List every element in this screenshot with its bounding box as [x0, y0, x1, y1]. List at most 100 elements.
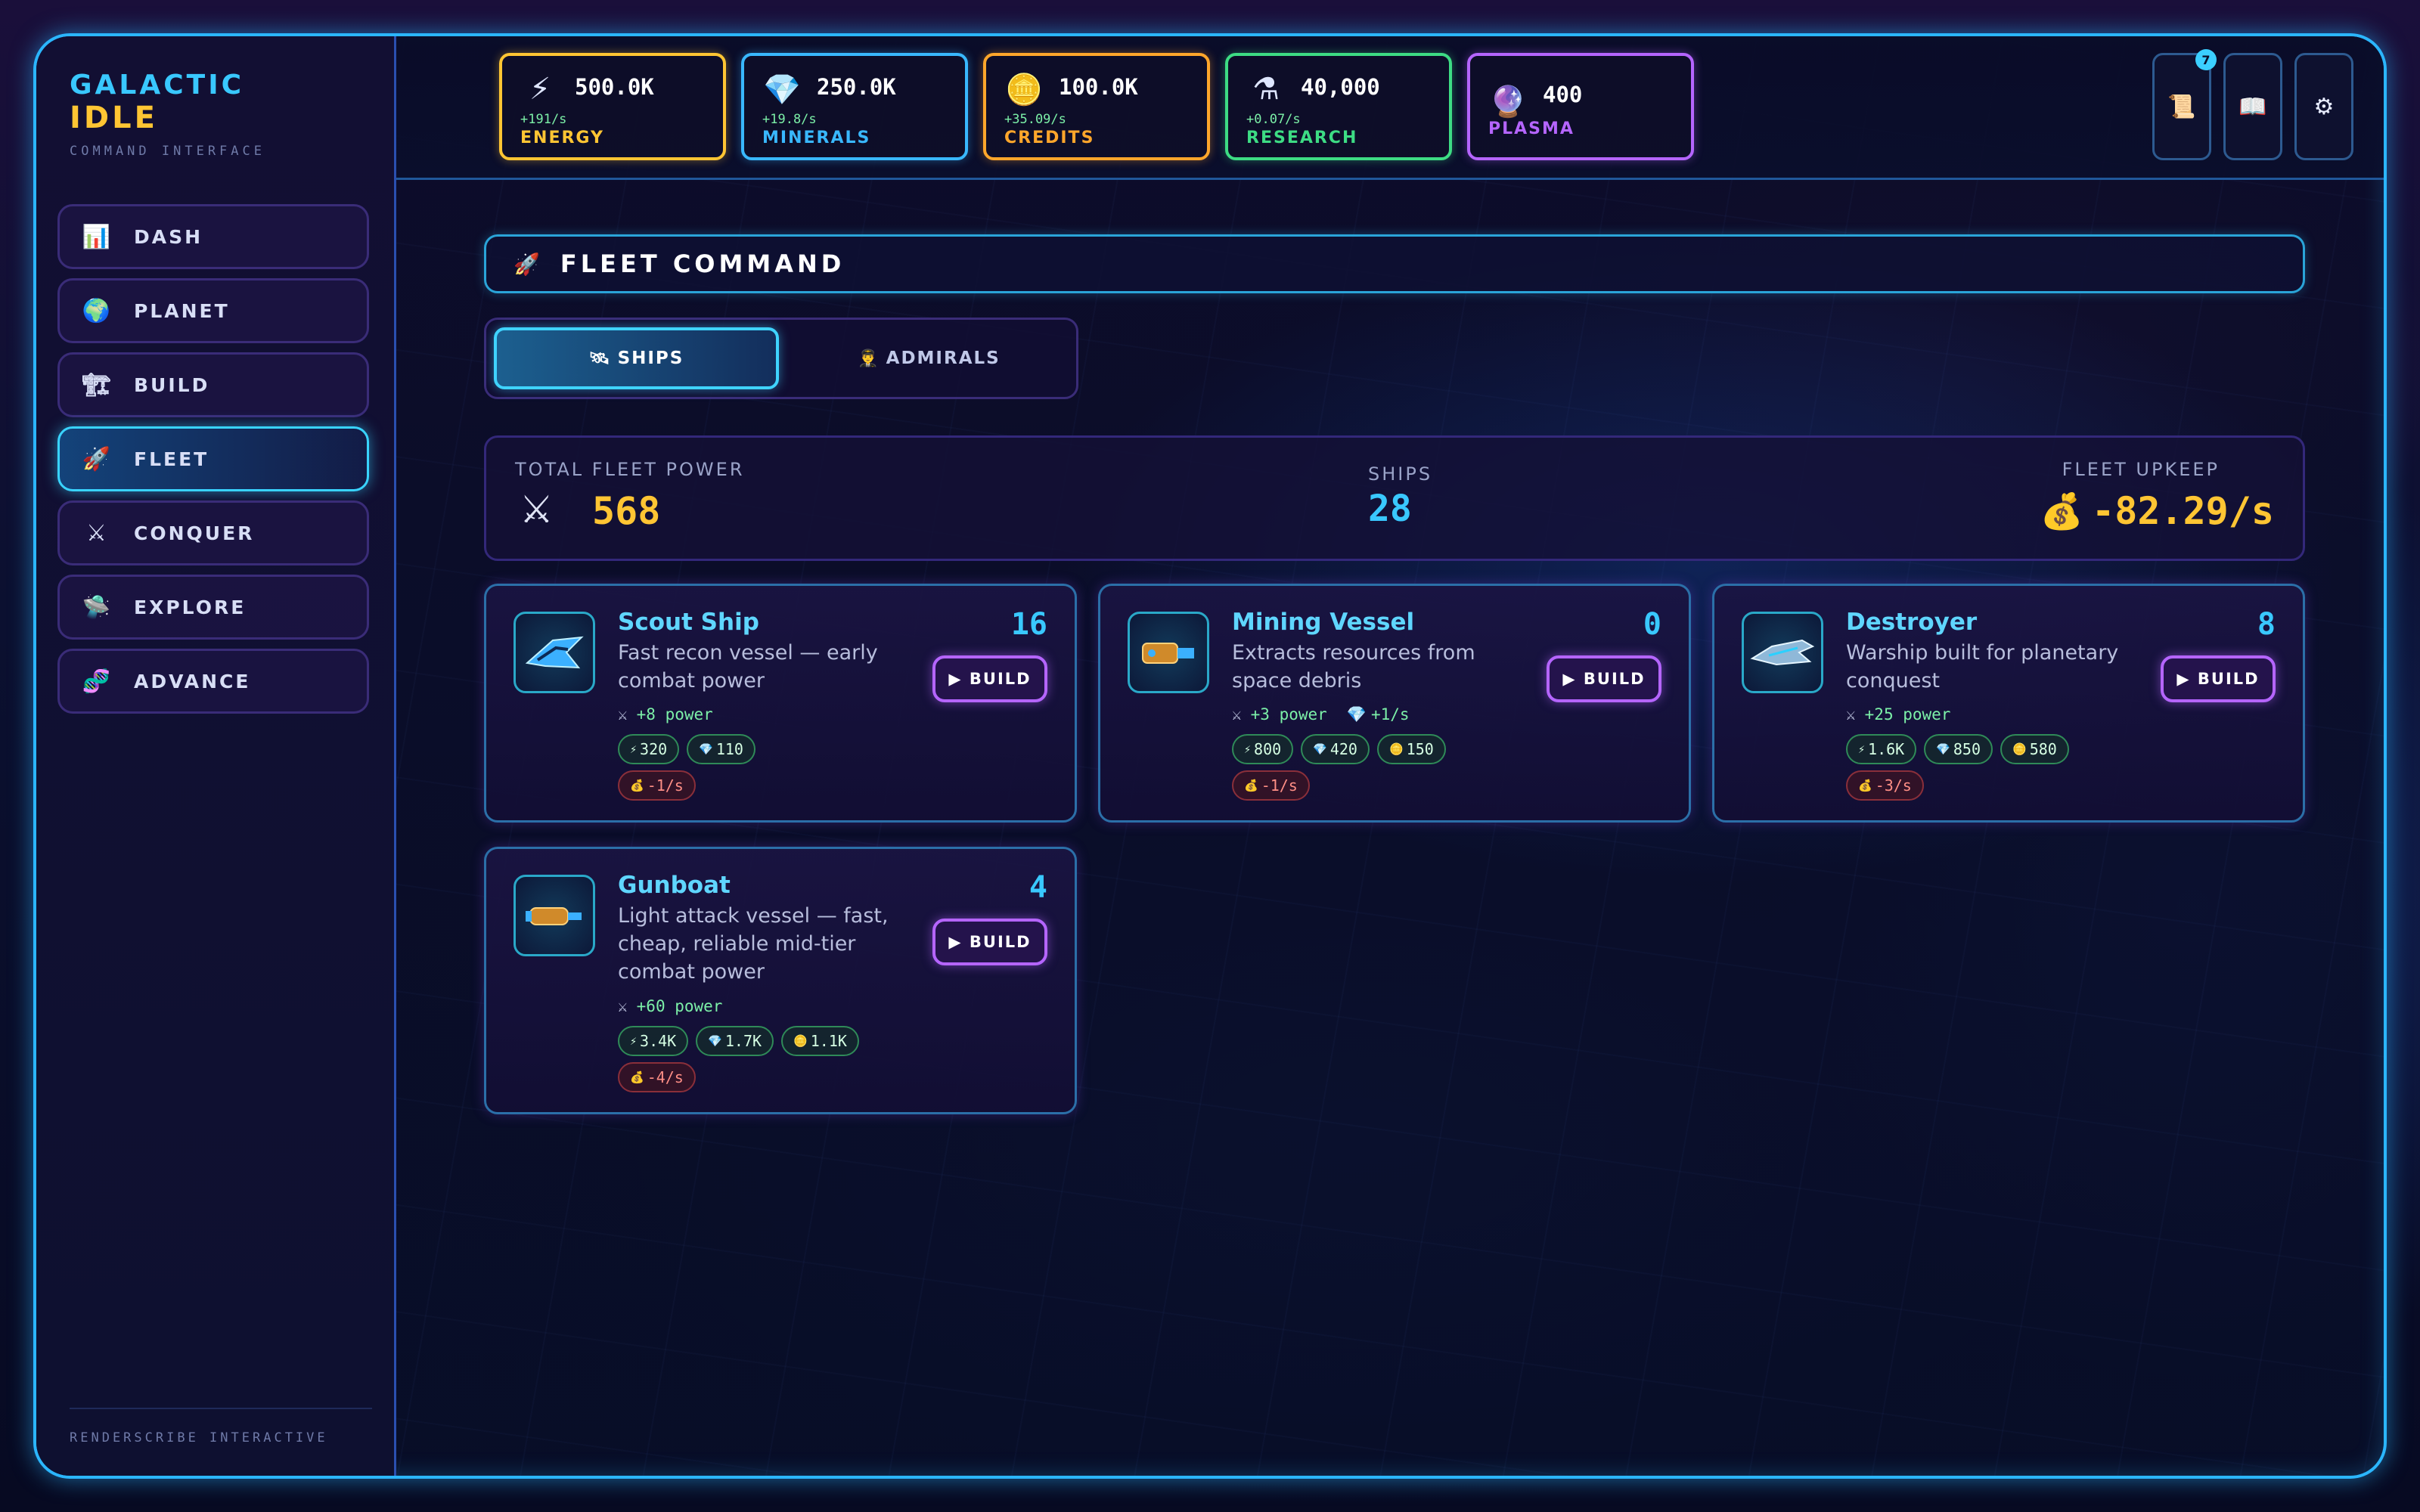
fleet-summary: TOTAL FLEET POWER ⚔ 568 SHIPS 28 FLEET U…	[484, 435, 2305, 561]
codex-button[interactable]: 📖	[2223, 53, 2282, 160]
fleet-upkeep-label: FLEET UPKEEP	[2062, 459, 2220, 480]
resource-rate: +19.8/s	[762, 112, 817, 127]
build-gunboat-button[interactable]: ▶ BUILD	[932, 919, 1047, 965]
money-bag-icon: 💰	[1244, 779, 1258, 792]
resource-name: ENERGY	[520, 129, 604, 147]
resource-name: MINERALS	[762, 129, 871, 147]
resource-value: 40,000	[1301, 74, 1380, 100]
build-mining-vessel-button[interactable]: ▶ BUILD	[1547, 655, 1661, 702]
cost-credits: 🪙 1.1K	[781, 1026, 859, 1056]
ships-label: SHIPS	[1368, 463, 1433, 485]
sidebar-item-planet[interactable]: 🌍 PLANET	[57, 278, 369, 343]
resource-rate: +0.07/s	[1246, 112, 1301, 127]
ship-stats: ⚔ +3 power 💎 +1/s	[1232, 705, 1410, 724]
mining-vessel-thumbnail	[1128, 612, 1209, 693]
resource-energy[interactable]: ⚡ 500.0K +191/s ENERGY	[499, 53, 726, 160]
upkeep-credits: 💰 -3/s	[1846, 770, 1924, 801]
tab-label: SHIPS	[617, 349, 684, 368]
sidebar-item-advance[interactable]: 🧬 ADVANCE	[57, 649, 369, 714]
ship-name: Mining Vessel	[1232, 609, 1415, 636]
cost-minerals: 💎 110	[687, 734, 755, 764]
resource-minerals[interactable]: 💎 250.0K +19.8/s MINERALS	[741, 53, 968, 160]
resource-credits[interactable]: 🪙 100.0K +35.09/s CREDITS	[983, 53, 1210, 160]
ship-count: 8	[2257, 607, 2276, 642]
logo-title-line2: IDLE	[70, 101, 158, 135]
ship-power: +25 power	[1864, 705, 1951, 723]
rocket-icon: 🚀	[513, 251, 544, 277]
cost-credits: 🪙 150	[1376, 734, 1446, 764]
sidebar: GALACTIC IDLE COMMAND INTERFACE 📊 DASH 🌍…	[36, 36, 396, 1476]
gem-icon: 💎	[1346, 705, 1367, 723]
cost-minerals: 💎 1.7K	[696, 1026, 774, 1056]
crossed-swords-icon: ⚔	[520, 488, 554, 531]
lightning-icon: ⚡	[1858, 742, 1866, 756]
admiral-icon: 👨‍✈️	[858, 349, 880, 368]
coin-icon: 🪙	[2012, 742, 2027, 756]
sidebar-item-label: FLEET	[134, 448, 209, 470]
sidebar-footer: RENDERSCRIBE INTERACTIVE	[70, 1408, 372, 1445]
ship-name: Destroyer	[1846, 609, 1978, 636]
ship-production: +1/s	[1370, 705, 1410, 723]
ship-stats: ⚔ +25 power	[1846, 705, 1950, 723]
sidebar-item-build[interactable]: 🏗 BUILD	[57, 352, 369, 417]
resource-value: 250.0K	[817, 74, 896, 100]
ship-card-gunboat: Gunboat Light attack vessel — fast, chea…	[484, 847, 1077, 1114]
money-bag-icon: 💰	[1858, 779, 1872, 792]
sidebar-item-dash[interactable]: 📊 DASH	[57, 204, 369, 269]
ship-costs: ⚡ 800 💎 420 🪙 150	[1232, 734, 1446, 764]
sidebar-item-label: CONQUER	[134, 522, 255, 544]
crystal-icon: 💎	[1313, 742, 1327, 756]
ship-upkeep: 💰 -1/s	[1232, 770, 1310, 801]
sidebar-item-conquer[interactable]: ⚔ CONQUER	[57, 500, 369, 565]
cost-energy: ⚡ 320	[618, 734, 680, 764]
resource-value: 400	[1543, 82, 1583, 107]
build-scout-button[interactable]: ▶ BUILD	[932, 655, 1047, 702]
ship-power: +3 power	[1250, 705, 1327, 723]
resource-value: 500.0K	[575, 74, 654, 100]
ship-card-destroyer: Destroyer Warship built for planetary co…	[1712, 584, 2305, 823]
build-destroyer-button[interactable]: ▶ BUILD	[2161, 655, 2276, 702]
crystal-icon: 💎	[699, 742, 713, 756]
fleet-upkeep-value: -82.29/s	[2092, 489, 2274, 533]
sidebar-item-label: BUILD	[134, 373, 210, 396]
crystal-icon: 💎	[1936, 742, 1950, 756]
ship-upkeep: 💰 -4/s	[618, 1062, 696, 1092]
settings-button[interactable]: ⚙	[2294, 53, 2353, 160]
fleet-tabs: 🛰 SHIPS 👨‍✈️ ADMIRALS	[484, 318, 1078, 399]
ship-count: 0	[1643, 607, 1661, 642]
panel-title-text: FLEET COMMAND	[560, 249, 845, 278]
sidebar-item-explore[interactable]: 🛸 EXPLORE	[57, 575, 369, 640]
cost-energy: ⚡ 3.4K	[618, 1026, 689, 1056]
money-bag-icon: 💰	[630, 1070, 644, 1084]
quests-button[interactable]: 📜 7	[2152, 49, 2217, 160]
tab-admirals[interactable]: 👨‍✈️ ADMIRALS	[790, 327, 1069, 389]
crossed-swords-icon: ⚔	[86, 519, 109, 547]
upkeep-credits: 💰 -1/s	[618, 770, 696, 801]
tab-ships[interactable]: 🛰 SHIPS	[494, 327, 779, 389]
cost-minerals: 💎 850	[1924, 734, 1993, 764]
ship-card-mining-vessel: Mining Vessel Extracts resources from sp…	[1098, 584, 1691, 823]
lightning-icon: ⚡	[630, 742, 638, 756]
ufo-icon: 🛸	[82, 593, 113, 621]
resource-research[interactable]: ⚗ 40,000 +0.07/s RESEARCH	[1225, 53, 1452, 160]
cost-energy: ⚡ 1.6K	[1846, 734, 1917, 764]
ship-power: +60 power	[636, 997, 723, 1015]
resource-plasma[interactable]: 🔮 400 PLASMA	[1467, 53, 1694, 160]
scout-ship-thumbnail	[513, 612, 595, 693]
ships-value: 28	[1368, 488, 1412, 530]
lightning-icon: ⚡	[529, 72, 551, 107]
money-bag-icon: 💰	[2040, 491, 2083, 531]
ship-power: +8 power	[636, 705, 713, 723]
resource-rate: +35.09/s	[1004, 112, 1066, 127]
logo: GALACTIC IDLE COMMAND INTERFACE	[70, 70, 265, 159]
upkeep-credits: 💰 -1/s	[1232, 770, 1310, 801]
cost-energy: ⚡ 800	[1232, 734, 1294, 764]
sidebar-item-label: DASH	[134, 225, 203, 248]
ship-description: Extracts resources from space debris	[1232, 641, 1475, 692]
ship-costs: ⚡ 1.6K 💎 850 🪙 580	[1846, 734, 2069, 764]
panel-title: 🚀 FLEET COMMAND	[484, 234, 2305, 293]
sidebar-item-fleet[interactable]: 🚀 FLEET	[57, 426, 369, 491]
logo-subtitle: COMMAND INTERFACE	[70, 144, 265, 159]
tab-label: ADMIRALS	[886, 349, 1001, 368]
destroyer-thumbnail	[1742, 612, 1823, 693]
